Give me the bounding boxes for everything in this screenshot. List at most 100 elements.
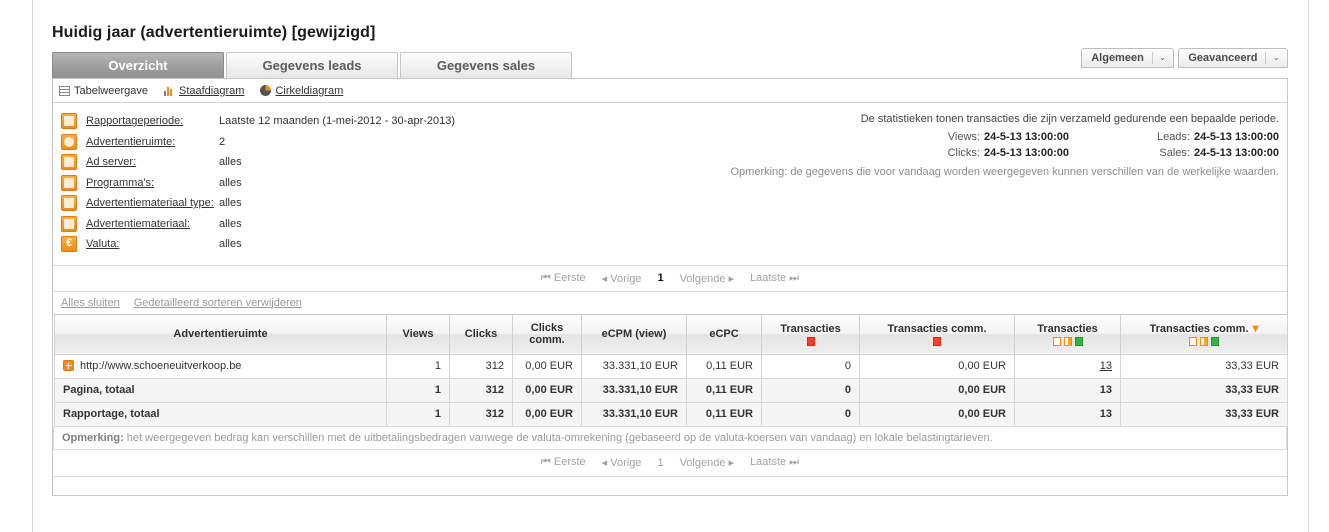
col-ecpm-view[interactable]: eCPM (view) xyxy=(581,313,687,355)
tab-gegevens-sales[interactable]: Gegevens sales xyxy=(400,52,572,78)
col-clicks[interactable]: Clicks xyxy=(449,313,513,355)
col-transacties-multi[interactable]: Transacties xyxy=(1014,313,1121,355)
report-table: Advertentieruimte Views Clicks Clicks co… xyxy=(54,313,1288,427)
col-advertentieruimte[interactable]: Advertentieruimte xyxy=(54,313,387,355)
tab-gegevens-leads[interactable]: Gegevens leads xyxy=(226,52,398,78)
row-name-label: http://www.schoeneuitverkoop.be xyxy=(80,360,242,372)
cell-transacties-comm-red: 0,00 EUR xyxy=(859,377,1015,403)
calendar-icon xyxy=(61,113,77,130)
table-row: Pagina, totaal 1 312 0,00 EUR 33.331,10 … xyxy=(54,377,1288,403)
info-headline: De statistieken tonen transacties die zi… xyxy=(860,113,1279,125)
pager-current-page: 1 xyxy=(657,272,664,284)
info-stats-row-2: Clicks: 24-5-13 13:00:00 Sales: 24-5-13 13… xyxy=(531,145,1279,161)
col-transacties-red[interactable]: Transacties xyxy=(761,313,860,355)
expand-plus-icon[interactable] xyxy=(63,360,74,371)
currency-icon xyxy=(61,236,77,253)
pager-last-label: Laatste xyxy=(750,271,787,284)
col-views[interactable]: Views xyxy=(386,313,450,355)
status-square-green-icon xyxy=(1074,336,1083,346)
view-cirkeldiagram-label[interactable]: Cirkeldiagram xyxy=(275,85,343,97)
view-tabelweergave[interactable]: Tabelweergave xyxy=(59,85,148,97)
sort-descending-icon[interactable]: ▾ xyxy=(1253,321,1259,335)
pager-first[interactable]: ⏮ Eerste xyxy=(541,456,586,469)
cell-views: 1 xyxy=(386,377,450,403)
pager-previous-label: Vorige xyxy=(610,457,642,469)
filter-link-advertentiemateriaal[interactable]: Advertentiemateriaal: xyxy=(86,218,190,230)
view-staafdiagram[interactable]: Staafdiagram xyxy=(164,85,244,97)
pager-last[interactable]: Laatste ⏭ xyxy=(750,456,799,469)
filter-value-valuta: alles xyxy=(219,238,242,251)
info-stat-sales-value: 24-5-13 13:00:00 xyxy=(1193,147,1279,159)
filter-value-advertentiemateriaal-type: alles xyxy=(219,197,242,210)
cell-views: 1 xyxy=(386,353,450,379)
table-view-icon xyxy=(59,85,70,96)
cell-clicks: 312 xyxy=(449,353,513,379)
ad-space-icon xyxy=(61,133,77,150)
col-views-label: Views xyxy=(402,328,434,340)
pager-first-label: Eerste xyxy=(553,456,586,468)
info-stat-views: Views: 24-5-13 13:00:00 xyxy=(859,129,1069,145)
filter-label: Ad server: xyxy=(86,156,219,168)
col-clicks-comm-label: Clicks comm. xyxy=(529,322,565,346)
info-stat-leads: Leads: 24-5-13 13:00:00 xyxy=(1069,129,1279,145)
filter-label: Rapportageperiode: xyxy=(86,115,219,127)
status-square-open-icon xyxy=(1052,336,1061,346)
status-square-red-icon xyxy=(806,336,815,346)
cell-ecpc: 0,11 EUR xyxy=(686,401,762,427)
pager-next[interactable]: Volgende ▸ xyxy=(680,272,734,285)
cell-transacties-comm-red: 0,00 EUR xyxy=(859,353,1015,379)
cell-transacties-multi[interactable]: 13 xyxy=(1014,353,1121,379)
gedetailleerd-sorteren-verwijderen-link[interactable]: Gedetailleerd sorteren verwijderen xyxy=(134,297,302,309)
filter-row-rapportageperiode: Rapportageperiode: Laatste 12 maanden (1… xyxy=(61,111,531,132)
pager-previous[interactable]: ◂ Vorige xyxy=(602,456,642,469)
pager-first[interactable]: ⏮ Eerste xyxy=(541,272,586,285)
cell-clicks-comm: 0,00 EUR xyxy=(512,353,582,379)
table-body: http://www.schoeneuitverkoop.be 1 312 0,… xyxy=(54,353,1288,427)
info-stat-clicks-value: 24-5-13 13:00:00 xyxy=(983,147,1069,159)
col-ecpc[interactable]: eCPC xyxy=(686,313,762,355)
pager-first-label: Eerste xyxy=(553,271,586,284)
status-icons xyxy=(1127,336,1281,346)
program-icon xyxy=(61,174,77,191)
cell-ecpc: 0,11 EUR xyxy=(686,353,762,379)
info-stat-views-value: 24-5-13 13:00:00 xyxy=(983,131,1069,143)
filter-label: Advertentieruimte: xyxy=(86,136,219,148)
row-name-cell: Pagina, totaal xyxy=(54,377,387,403)
col-transacties-comm-multi[interactable]: Transacties comm. ▾ xyxy=(1120,313,1288,355)
currency-note-prefix: Opmerking: xyxy=(62,431,124,444)
ad-server-icon xyxy=(61,154,77,171)
cell-transacties-comm-red: 0,00 EUR xyxy=(859,401,1015,427)
filter-list: Rapportageperiode: Laatste 12 maanden (1… xyxy=(53,111,531,255)
tab-overzicht[interactable]: Overzicht xyxy=(52,52,224,78)
view-cirkeldiagram[interactable]: Cirkeldiagram xyxy=(260,85,343,97)
col-transacties-comm-red[interactable]: Transacties comm. xyxy=(859,313,1015,355)
filter-link-advertentieruimte[interactable]: Advertentieruimte: xyxy=(86,136,175,148)
status-icons xyxy=(1021,336,1114,346)
col-clicks-label: Clicks xyxy=(464,328,498,340)
col-clicks-comm[interactable]: Clicks comm. xyxy=(512,313,582,355)
pager-next-label: Volgende xyxy=(679,272,726,285)
filter-link-rapportageperiode[interactable]: Rapportageperiode: xyxy=(86,115,183,127)
row-name-cell[interactable]: http://www.schoeneuitverkoop.be xyxy=(54,353,387,379)
cell-transacties-multi: 13 xyxy=(1014,401,1121,427)
pager-previous-label: Vorige xyxy=(610,272,642,285)
pager-previous[interactable]: ◂ Vorige xyxy=(602,272,642,285)
filter-row-advertentiemateriaal-type: Advertentiemateriaal type: alles xyxy=(61,193,531,214)
creative-icon xyxy=(61,215,77,232)
view-staafdiagram-label[interactable]: Staafdiagram xyxy=(179,85,244,97)
col-advertentieruimte-label: Advertentieruimte xyxy=(173,328,268,340)
cell-transacties-multi-link[interactable]: 13 xyxy=(1100,360,1112,372)
pager-last[interactable]: Laatste ⏭ xyxy=(750,272,799,285)
filter-link-ad-server[interactable]: Ad server: xyxy=(86,156,136,168)
cell-views: 1 xyxy=(386,401,450,427)
alles-sluiten-link[interactable]: Alles sluiten xyxy=(61,297,120,309)
table-row[interactable]: http://www.schoeneuitverkoop.be 1 312 0,… xyxy=(54,353,1288,379)
right-gutter xyxy=(1308,0,1329,532)
pager-next[interactable]: Volgende ▸ xyxy=(680,456,734,469)
status-square-green-icon xyxy=(1211,336,1219,346)
filter-value-rapportageperiode: Laatste 12 maanden (1-mei-2012 - 30-apr-… xyxy=(219,115,456,128)
filter-link-programmas[interactable]: Programma's: xyxy=(86,177,154,189)
filter-link-valuta[interactable]: Valuta: xyxy=(86,238,119,250)
table-row: Rapportage, totaal 1 312 0,00 EUR 33.331… xyxy=(54,401,1288,427)
filter-link-advertentiemateriaal-type[interactable]: Advertentiemateriaal type: xyxy=(86,197,214,209)
